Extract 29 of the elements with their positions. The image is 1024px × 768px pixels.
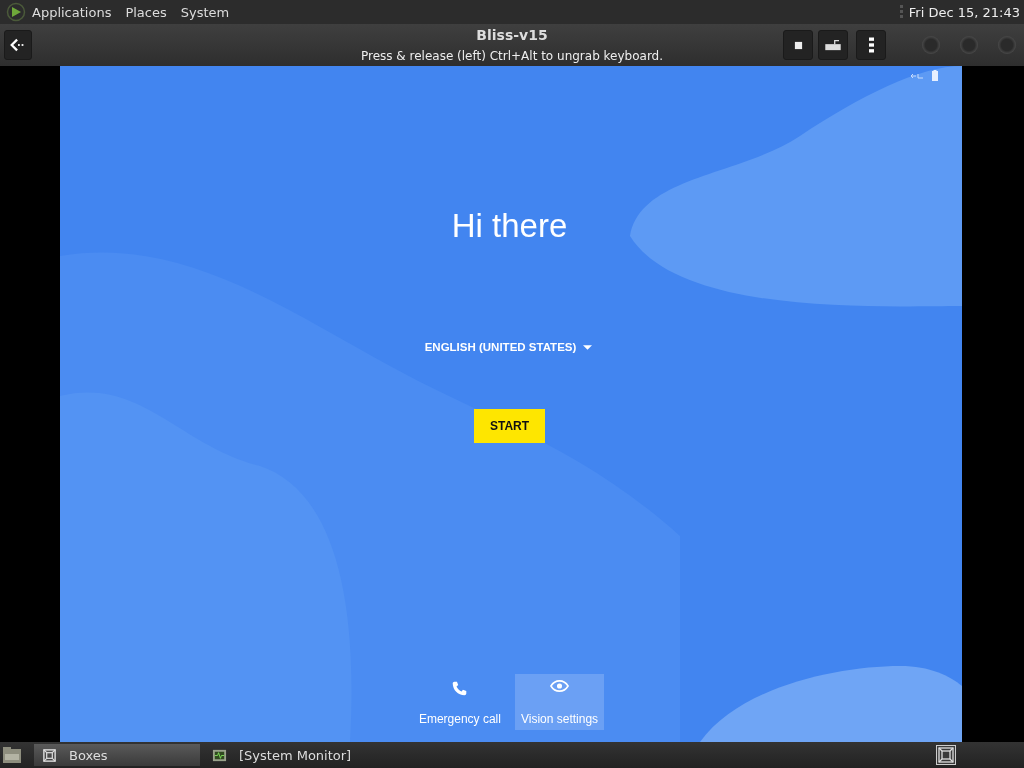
logo-icon[interactable]: [6, 2, 26, 22]
menu-item[interactable]: Places: [125, 4, 167, 20]
battery-icon: [932, 70, 938, 81]
workspace-icon[interactable]: [936, 745, 956, 765]
keyboard-button[interactable]: [818, 30, 848, 60]
monitor-icon: [212, 747, 227, 763]
show-desktop-icon[interactable]: [2, 746, 22, 764]
window-title: Bliss-v15: [476, 26, 548, 44]
language-dropdown[interactable]: ENGLISH (UNITED STATES): [422, 339, 595, 355]
window-subtitle: Press & release (left) Ctrl+Alt to ungrab keyboard.: [360, 48, 664, 64]
display-button[interactable]: [783, 30, 813, 60]
back-button[interactable]: [4, 30, 32, 60]
eye-icon: [550, 680, 569, 692]
clock[interactable]: Fri Dec 15, 21:43: [908, 4, 1020, 20]
caret-icon: [583, 344, 593, 350]
taskbar-button[interactable]: [System Monitor]: [204, 744, 370, 766]
greeting: Hi there: [451, 207, 568, 245]
handle-icon: [899, 5, 903, 19]
phone-icon: [451, 680, 469, 697]
boxes-icon: [42, 747, 57, 763]
taskbar-button[interactable]: Boxes: [34, 744, 200, 766]
start-button[interactable]: START: [474, 409, 545, 443]
network-icon: [910, 71, 924, 80]
menu-item[interactable]: Applications: [32, 4, 112, 20]
square-icon: [793, 40, 803, 50]
menu-button[interactable]: [856, 30, 886, 60]
keyboard-icon: [824, 39, 842, 51]
menu-item[interactable]: System: [180, 4, 230, 20]
menu-icon: [868, 36, 874, 54]
